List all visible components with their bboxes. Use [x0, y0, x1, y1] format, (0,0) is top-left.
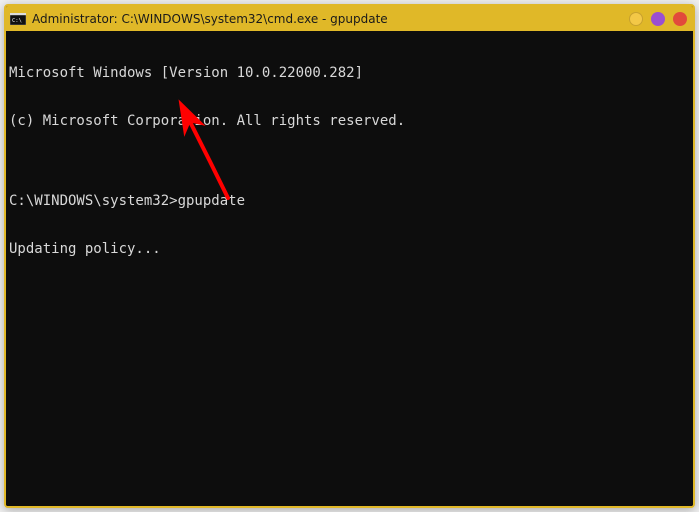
- terminal-status-line: Updating policy...: [9, 241, 690, 257]
- cmd-window: C:\ Administrator: C:\WINDOWS\system32\c…: [4, 4, 695, 508]
- minimize-button[interactable]: [629, 12, 643, 26]
- close-button[interactable]: [673, 12, 687, 26]
- cmd-icon: C:\: [10, 12, 26, 26]
- window-controls: [629, 12, 687, 26]
- terminal-line: Microsoft Windows [Version 10.0.22000.28…: [9, 65, 690, 81]
- terminal-body[interactable]: Microsoft Windows [Version 10.0.22000.28…: [6, 31, 693, 506]
- window-title: Administrator: C:\WINDOWS\system32\cmd.e…: [32, 12, 629, 26]
- svg-text:C:\: C:\: [12, 18, 22, 24]
- maximize-button[interactable]: [651, 12, 665, 26]
- titlebar[interactable]: C:\ Administrator: C:\WINDOWS\system32\c…: [6, 6, 693, 31]
- terminal-line: (c) Microsoft Corporation. All rights re…: [9, 113, 690, 129]
- terminal-prompt-line: C:\WINDOWS\system32>gpupdate: [9, 193, 690, 209]
